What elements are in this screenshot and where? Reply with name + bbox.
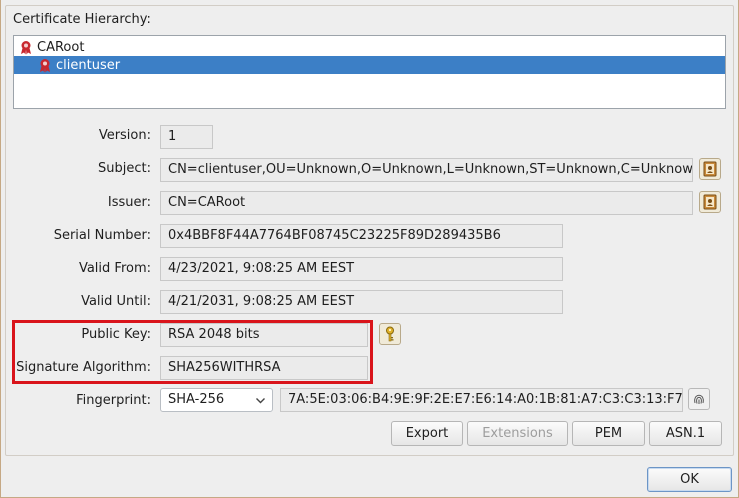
certificate-hierarchy-tree[interactable]: CARoot clientuser [13,35,726,109]
version-field[interactable]: 1 [160,125,213,149]
fingerprint-algorithm-value: SHA-256 [168,392,225,407]
serial-number-field[interactable]: 0x4BBF8F44A7764BF08745C23225F89D289435B6 [160,224,563,248]
export-button[interactable]: Export [391,421,463,446]
asn1-button[interactable]: ASN.1 [649,421,722,446]
fingerprint-label: Fingerprint: [76,393,151,408]
key-icon [386,326,394,342]
issuer-label: Issuer: [107,195,151,210]
fingerprint-algorithm-select[interactable]: SHA-256 [160,388,273,412]
version-label: Version: [98,128,151,143]
annotation-highlight-box [12,320,373,384]
pem-button[interactable]: PEM [572,421,645,446]
issuer-field[interactable]: CN=CARoot [160,191,693,215]
valid-from-label: Valid From: [78,261,151,276]
address-book-icon [703,194,717,210]
subject-details-button[interactable] [699,158,721,180]
extensions-button[interactable]: Extensions [467,421,568,446]
chevron-down-icon [256,398,265,404]
address-book-icon [703,161,717,177]
tree-item-label: CARoot [37,39,85,55]
valid-from-field[interactable]: 4/23/2021, 9:08:25 AM EEST [160,257,563,281]
certificate-icon [21,40,31,54]
certificate-icon [40,58,50,72]
tree-item-clientuser[interactable]: clientuser [14,56,725,74]
fingerprint-field[interactable]: 7A:5E:03:06:B4:9E:9F:2E:E7:E6:14:A0:1B:8… [280,388,683,412]
subject-field[interactable]: CN=clientuser,OU=Unknown,O=Unknown,L=Unk… [160,158,693,182]
public-key-details-button[interactable] [379,323,401,345]
hierarchy-label: Certificate Hierarchy: [13,12,151,27]
valid-until-label: Valid Until: [81,294,151,309]
tree-item-label: clientuser [56,57,121,73]
serial-number-label: Serial Number: [53,228,151,243]
subject-label: Subject: [98,161,151,176]
fingerprint-copy-button[interactable] [688,388,710,410]
ok-button[interactable]: OK [647,467,732,492]
issuer-details-button[interactable] [699,191,721,213]
tree-item-caroot[interactable]: CARoot [14,38,725,56]
fingerprint-icon [694,394,704,404]
valid-until-field[interactable]: 4/21/2031, 9:08:25 AM EEST [160,290,563,314]
